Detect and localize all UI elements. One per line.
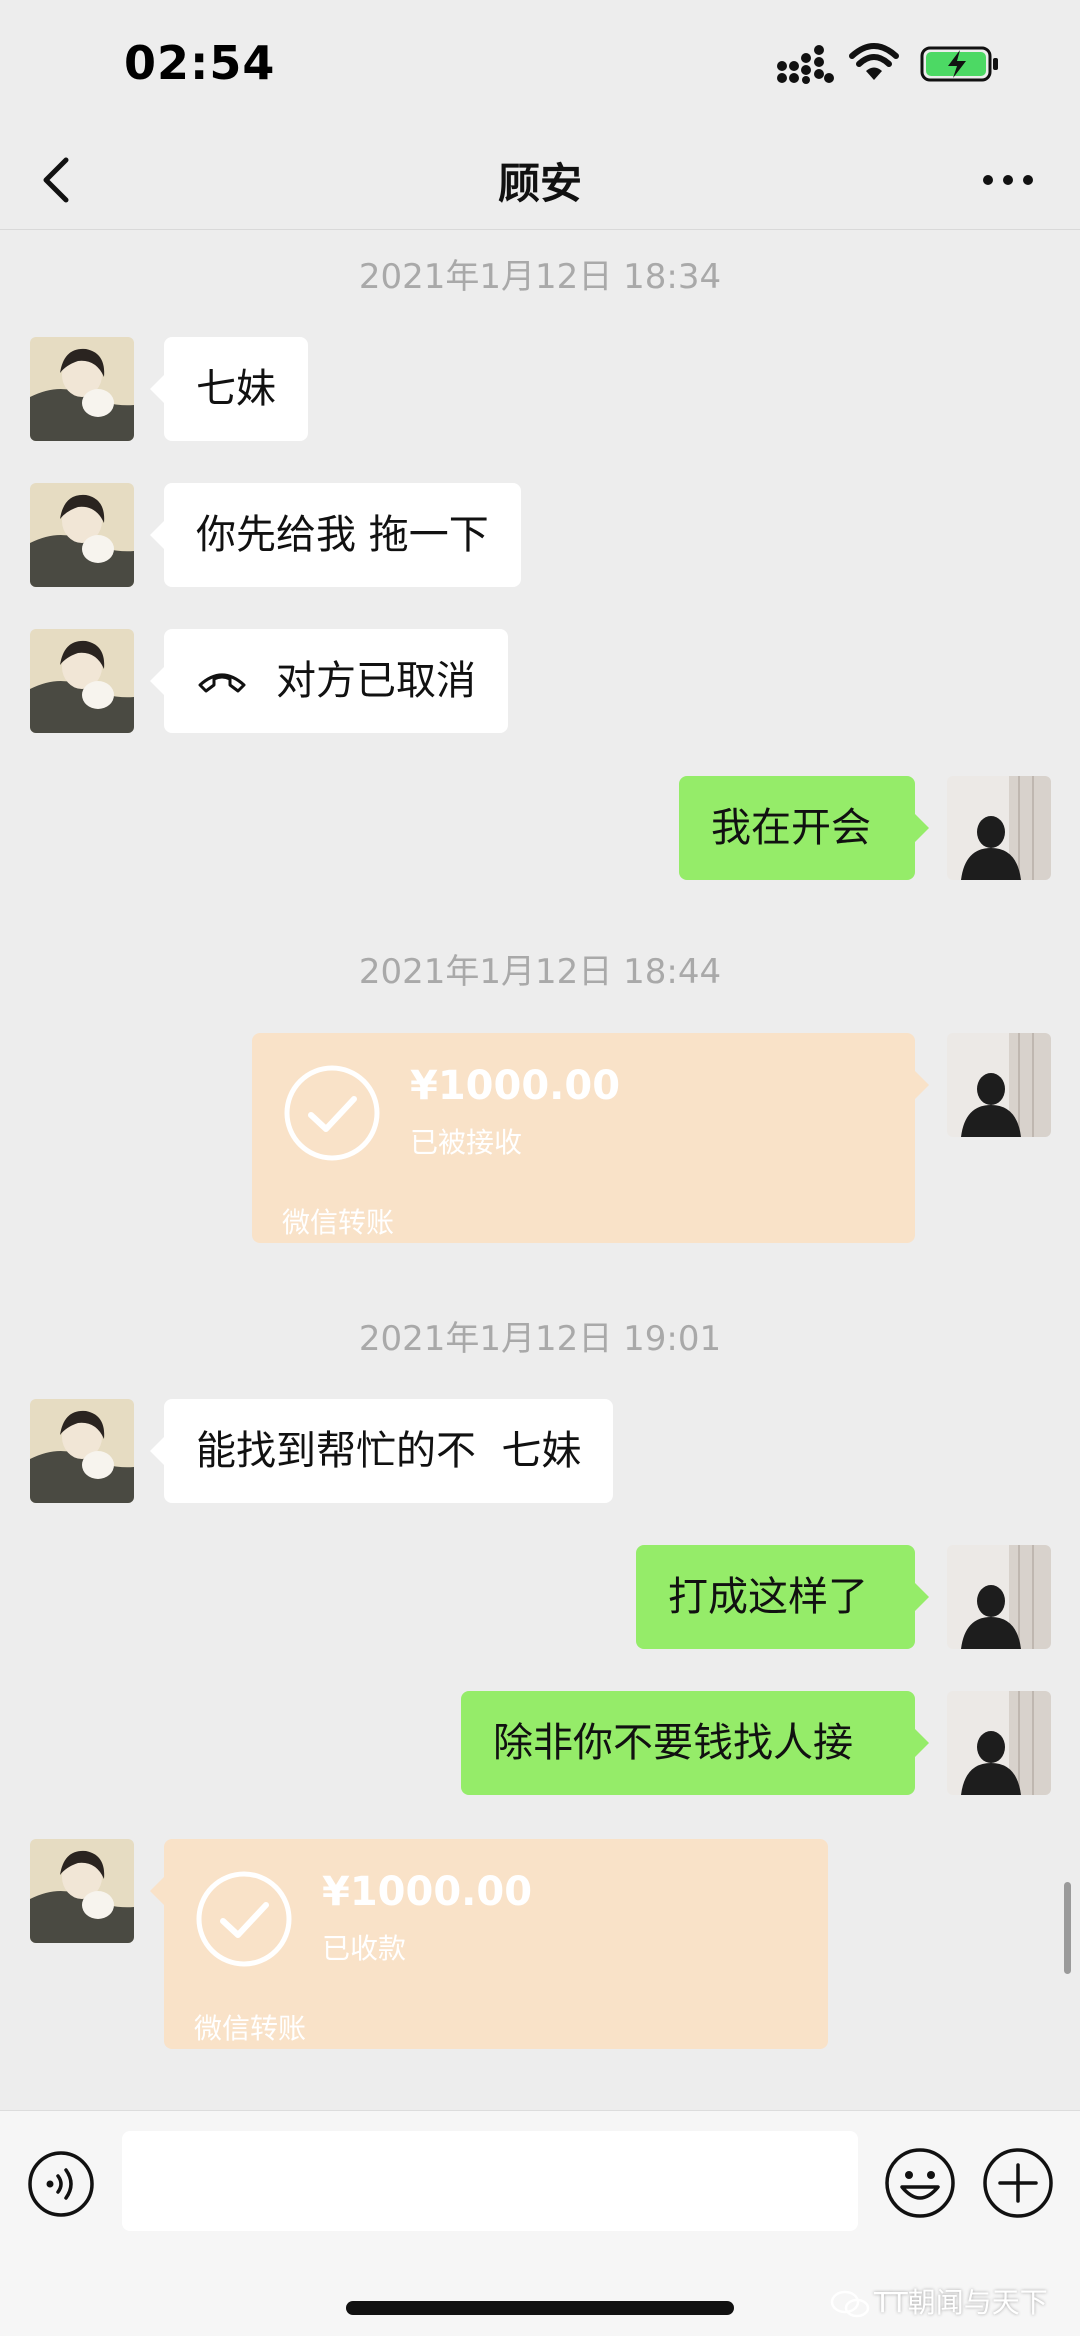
voice-icon[interactable] — [26, 2149, 96, 2219]
call-status-text: 对方已取消 — [276, 658, 476, 704]
status-time: 02:54 — [124, 36, 276, 90]
chat-message-list[interactable]: 2021年1月12日 18:34 七妹 你先给我 拖一下 对方已取消 我在开会 … — [0, 231, 1080, 2110]
chat-title: 顾安 — [497, 159, 582, 208]
message-input[interactable] — [122, 2131, 858, 2231]
wechat-logo-icon — [830, 2290, 870, 2318]
transfer-card-incoming[interactable]: ¥1000.00 已收款 微信转账 — [150, 1839, 828, 2049]
status-bar: 02:54 — [0, 0, 1080, 130]
contact-avatar[interactable] — [30, 1839, 134, 1943]
my-avatar[interactable] — [947, 1033, 1051, 1137]
phone-hangup-icon — [198, 673, 246, 693]
message-bubble-incoming[interactable]: 七妹 — [150, 337, 308, 441]
transfer-card-outgoing[interactable]: ¥1000.00 已被接收 微信转账 — [252, 1033, 929, 1243]
transfer-amount: ¥1000.00 — [322, 1869, 533, 1915]
home-indicator[interactable] — [346, 2301, 734, 2315]
transfer-status: 已收款 — [322, 1932, 407, 1965]
input-bar: TT朝闻与天下 — [0, 2110, 1080, 2336]
my-avatar[interactable] — [947, 1691, 1051, 1795]
wifi-icon — [849, 43, 899, 80]
check-circle-icon — [284, 1065, 380, 1161]
check-circle-icon — [196, 1871, 292, 1967]
contact-avatar[interactable] — [30, 629, 134, 733]
message-bubble-outgoing[interactable]: 我在开会 — [679, 776, 929, 880]
contact-avatar[interactable] — [30, 483, 134, 587]
my-avatar[interactable] — [947, 776, 1051, 880]
battery-charging-icon — [920, 46, 998, 82]
transfer-amount: ¥1000.00 — [410, 1063, 621, 1109]
transfer-brand: 微信转账 — [194, 2012, 307, 2045]
message-bubble-outgoing[interactable]: 除非你不要钱找人接 — [461, 1691, 929, 1795]
watermark: TT朝闻与天下 — [830, 2281, 1048, 2321]
call-record-bubble[interactable]: 对方已取消 — [150, 629, 508, 733]
message-bubble-incoming[interactable]: 你先给我 拖一下 — [150, 483, 521, 587]
message-bubble-incoming[interactable]: 能找到帮忙的不 七妹 — [149, 1399, 614, 1503]
transfer-brand: 微信转账 — [282, 1206, 395, 1239]
timestamp: 2021年1月12日 19:01 — [358, 1319, 722, 1359]
contact-avatar[interactable] — [30, 1399, 134, 1503]
plus-icon[interactable] — [980, 2145, 1056, 2221]
message-bubble-outgoing[interactable]: 打成这样了 — [636, 1545, 929, 1649]
my-avatar[interactable] — [947, 1545, 1051, 1649]
transfer-status: 已被接收 — [410, 1126, 523, 1159]
timestamp: 2021年1月12日 18:44 — [358, 952, 722, 992]
watermark-text: TT朝闻与天下 — [874, 2286, 1048, 2319]
timestamp: 2021年1月12日 18:34 — [358, 257, 722, 297]
scrollbar[interactable] — [1064, 1882, 1071, 1974]
more-icon[interactable] — [980, 170, 1036, 190]
contact-avatar[interactable] — [30, 337, 134, 441]
signal-icon — [777, 45, 834, 84]
emoji-icon[interactable] — [882, 2145, 958, 2221]
nav-bar: 顾安 — [0, 130, 1080, 230]
